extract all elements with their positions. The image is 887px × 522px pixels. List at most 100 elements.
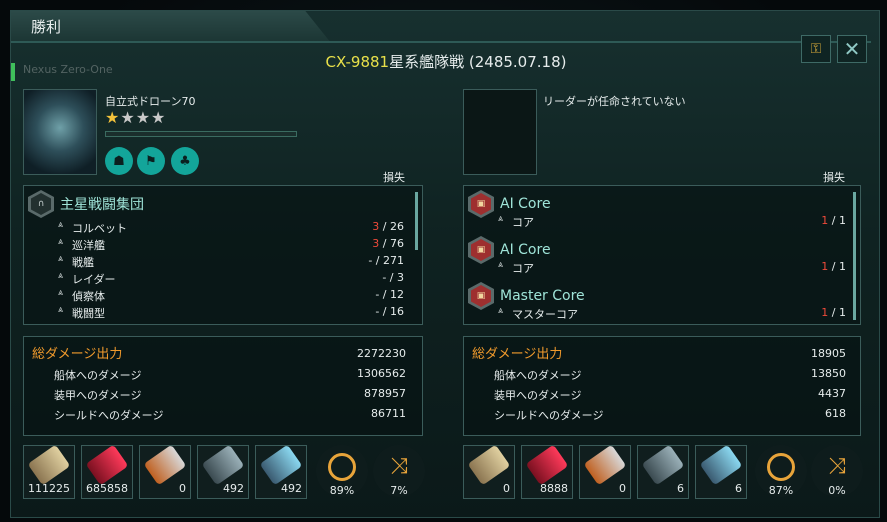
weapon-stat[interactable]: 685858	[81, 444, 133, 499]
star-empty-icon: ★★★	[120, 108, 167, 127]
kinetic-weapon-icon	[27, 444, 71, 486]
enemy-row: ⩓ コア 1 / 1	[464, 260, 860, 276]
enemy-group-name: Master Core	[500, 288, 585, 304]
rank-icon: ⩓	[58, 271, 64, 281]
laser-weapon-icon	[85, 444, 129, 486]
enemy-group-name: AI Core	[500, 242, 551, 258]
weapon-damage-value: 492	[223, 482, 244, 495]
right-damage-panel: 総ダメージ出力 18905 船体へのダメージ 13850 装甲へのダメージ 44…	[463, 336, 861, 436]
fleet-group-name: 主星戦闘集団	[60, 197, 144, 213]
rank-icon: ⩓	[58, 254, 64, 264]
hull-damage-value: 1306562	[357, 367, 406, 380]
leader-portrait[interactable]	[23, 89, 97, 175]
accuracy-stat-right[interactable]: 87%	[755, 445, 807, 497]
weapon-stat[interactable]: 0	[139, 444, 191, 499]
weapon-stat[interactable]: 8888	[521, 444, 573, 499]
loss-label-right: 損失	[823, 171, 845, 184]
ship-row: ⩓ 戦闘型 - / 16	[24, 305, 422, 321]
missile-weapon-icon	[583, 444, 627, 486]
weapon-damage-value: 6	[677, 482, 684, 495]
right-fleet-panel: ▣ AI Core ⩓ コア 1 / 1 ▣ AI Core ⩓ コア 1 / 1 ▣ Master …	[463, 185, 861, 325]
loss-label: 損失	[383, 171, 405, 184]
weapon-stat[interactable]: 0	[463, 444, 515, 499]
weapon-damage-value: 6	[735, 482, 742, 495]
rank-icon: ⩓	[498, 306, 504, 316]
damage-title: 総ダメージ出力	[32, 347, 123, 362]
ship-row: ⩓ 戦艦 - / 271	[24, 254, 422, 270]
armor-damage-value-right: 4437	[818, 387, 846, 400]
ship-class-label: コルベット	[72, 222, 127, 235]
hull-damage-value-right: 13850	[811, 367, 846, 380]
damage-total-right: 18905	[811, 347, 846, 360]
evasion-stat[interactable]: ⤨ 7%	[373, 445, 425, 497]
shield-damage-value-right: 618	[825, 407, 846, 420]
star-filled-icon: ★	[105, 108, 121, 127]
evasion-icon: ⤨	[390, 454, 408, 479]
evasion-value: 7%	[390, 484, 408, 497]
trait-icon-2[interactable]: ⚑	[137, 147, 165, 175]
evasion-value-right: 0%	[828, 484, 846, 497]
titlebar-divider	[11, 41, 871, 43]
target-icon	[328, 453, 356, 481]
weapon-damage-value: 0	[619, 482, 626, 495]
enemy-class-label: マスターコア	[512, 308, 578, 321]
laser-weapon-icon	[525, 444, 569, 486]
target-icon	[767, 453, 795, 481]
ship-class-label: 偵察体	[72, 290, 105, 303]
battle-headline: CX-9881星系艦隊戦 (2485.07.18)	[11, 51, 881, 72]
ship-class-label: 巡洋艦	[72, 239, 105, 252]
weapon-stat[interactable]: 6	[695, 444, 747, 499]
evasion-stat-right[interactable]: ⤨ 0%	[811, 445, 863, 497]
ship-row: ⩓ 偵察体 - / 12	[24, 288, 422, 304]
left-damage-panel: 総ダメージ出力 2272230 船体へのダメージ 1306562 装甲へのダメー…	[23, 336, 423, 436]
rank-icon: ⩓	[58, 305, 64, 315]
ship-loss-count: - / 271	[368, 254, 404, 267]
window-title: 勝利	[31, 18, 62, 36]
fighter-icon	[699, 444, 743, 486]
enemy-loss-count: 1 / 1	[821, 214, 846, 227]
ship-row: ⩓ 巡洋艦 3 / 76	[24, 237, 422, 253]
enemy-loss-count: 1 / 1	[821, 306, 846, 319]
shield-damage-label-right: シールドへのダメージ	[494, 409, 604, 422]
ship-row: ⩓ コルベット 3 / 26	[24, 220, 422, 236]
ship-loss-count: 3 / 76	[372, 237, 404, 250]
ship-loss-count: - / 12	[375, 288, 404, 301]
weapon-stat[interactable]: 6	[637, 444, 689, 499]
ship-class-label: 戦艦	[72, 256, 94, 269]
strike-craft-icon	[641, 444, 685, 486]
ship-row: ⩓ レイダー - / 3	[24, 271, 422, 287]
missile-weapon-icon	[143, 444, 187, 486]
scrollbar-right[interactable]	[853, 192, 856, 320]
weapon-damage-value: 0	[179, 482, 186, 495]
battle-title: 星系艦隊戦 (2485.07.18)	[389, 53, 567, 71]
enemy-class-label: コア	[512, 216, 534, 229]
weapon-stat[interactable]: 492	[255, 444, 307, 499]
weapon-stat[interactable]: 111225	[23, 444, 75, 499]
fleet-group-header[interactable]: ∩ 主星戦闘集団	[28, 190, 144, 218]
armor-damage-label: 装甲へのダメージ	[54, 389, 142, 402]
battle-result-window: 勝利 Nexus Zero-One ⚿ ✕ CX-9881星系艦隊戦 (2485…	[10, 10, 880, 518]
system-id[interactable]: CX-9881	[326, 53, 390, 71]
empty-leader-slot[interactable]	[463, 89, 537, 175]
accuracy-value: 89%	[329, 484, 355, 497]
kinetic-weapon-icon	[467, 444, 511, 486]
weapon-damage-value: 492	[281, 482, 302, 495]
weapon-damage-value: 0	[503, 482, 510, 495]
trait-icon-3[interactable]: ♣	[171, 147, 199, 175]
enemy-loss-count: 1 / 1	[821, 260, 846, 273]
accuracy-stat[interactable]: 89%	[316, 445, 368, 497]
leader-xp-bar	[105, 131, 297, 137]
enemy-row: ⩓ コア 1 / 1	[464, 214, 860, 230]
weapon-damage-value: 8888	[540, 482, 568, 495]
accuracy-value-right: 87%	[768, 484, 794, 497]
trait-icon-1[interactable]: ☗	[105, 147, 133, 175]
rank-icon: ⩓	[58, 220, 64, 230]
evasion-icon: ⤨	[828, 454, 846, 479]
hull-damage-label: 船体へのダメージ	[54, 369, 142, 382]
weapon-stat[interactable]: 492	[197, 444, 249, 499]
enemy-class-label: コア	[512, 262, 534, 275]
hull-damage-label-right: 船体へのダメージ	[494, 369, 582, 382]
strike-craft-icon	[201, 444, 245, 486]
shield-damage-label: シールドへのダメージ	[54, 409, 164, 422]
weapon-stat[interactable]: 0	[579, 444, 631, 499]
